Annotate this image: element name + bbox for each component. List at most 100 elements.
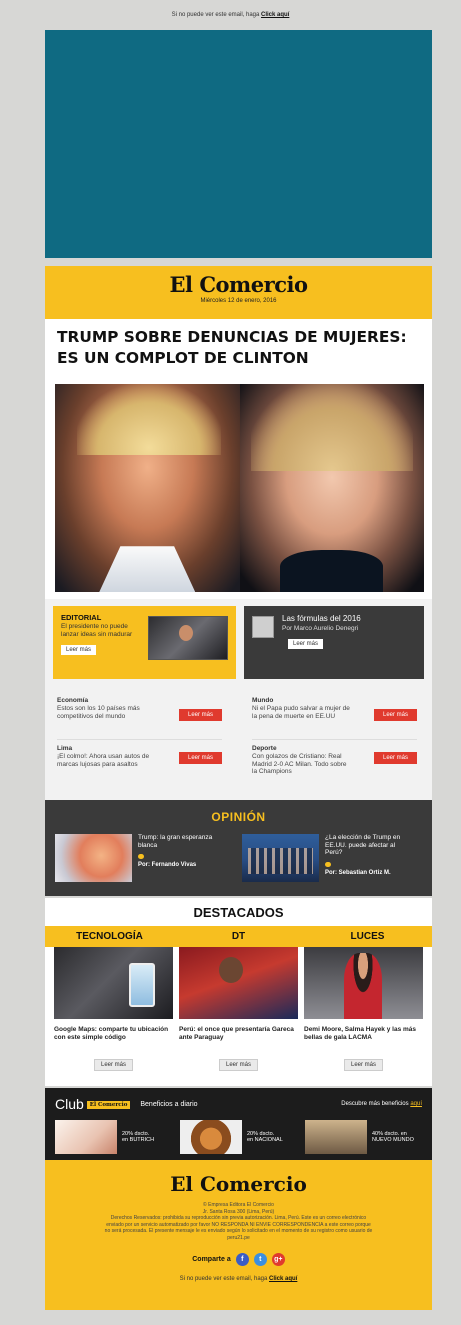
read-more-button[interactable]: Leer más [373,752,417,764]
offer-image [180,1120,242,1154]
destacado-caption[interactable]: Demi Moore, Salma Hayek y las más bellas… [304,1026,423,1053]
footer-view-online-link[interactable]: Click aquí [269,1276,297,1282]
opinion-text-block: Trump: la gran esperanza blanca Por: Fer… [132,834,220,882]
club-offer[interactable]: 20% dscto. en BUTRICH [55,1120,172,1154]
sections-right-column: Mundo Ni el Papa pudo salvar a mujer de … [252,697,417,800]
share-label: Comparte a [192,1256,231,1263]
destacados-images [45,947,432,1019]
read-more-button[interactable]: Leer más [373,709,417,721]
editorial-read-more-button[interactable]: Leer más [61,645,97,655]
read-more-button[interactable]: Leer más [178,709,222,721]
author-avatar [252,616,274,638]
section-text[interactable]: Ni el Papa pudo salvar a mujer de la pen… [252,705,350,720]
club-offer[interactable]: 20% dscto. en NACIONAL [180,1120,297,1154]
masthead: El Comercio Miércoles 12 de enero, 2016 [45,266,432,319]
read-more-button[interactable]: Leer más [178,752,222,764]
footer-view-online: Si no puede ver este email, haga Click a… [45,1276,432,1282]
editorial-card: EDITORIAL El presidente no puede lanzar … [53,606,236,679]
comment-icon [138,854,144,859]
footer: El Comercio © Empresa Editora El Comerci… [45,1160,432,1310]
column-read-more-button[interactable]: Leer más [288,639,324,649]
news-sections: Economía Estos son los 10 países más com… [45,685,432,800]
football-image[interactable] [179,947,298,1019]
destacado-caption[interactable]: Perú: el once que presentaría Gareca ant… [179,1026,298,1053]
club-more-benefits: Descubre más beneficios aquí [341,1101,422,1107]
opinion-image[interactable] [242,834,319,882]
featured-cards: EDITORIAL El presidente no puede lanzar … [45,599,432,685]
google-plus-icon[interactable]: g+ [271,1253,285,1266]
opinion-items: Trump: la gran esperanza blanca Por: Fer… [45,824,432,882]
opinion-item[interactable]: ¿La elección de Trump en EE.UU. puede af… [242,834,407,882]
portrait-right [239,384,424,592]
destacados-title: DESTACADOS [193,905,284,920]
top-banner[interactable] [45,30,432,258]
share-bar: Comparte a f t g+ [45,1253,432,1266]
offer-store: NUEVO MUNDO [372,1137,414,1143]
column-title[interactable]: Las fórmulas del 2016 [282,614,416,623]
main-headline[interactable]: TRUMP SOBRE DENUNCIAS DE MUJERES: ES UN … [45,319,432,377]
editorial-photo[interactable] [148,616,228,660]
opinion-text[interactable]: ¿La elección de Trump en EE.UU. puede af… [325,834,407,857]
portrait-left [55,384,240,592]
button-cell: Leer más [179,1053,298,1071]
read-more-button[interactable]: Leer más [218,1059,258,1071]
opinion-image[interactable] [55,834,132,882]
club-more-text: Descubre más beneficios [341,1101,411,1107]
offer-store: en NACIONAL [247,1137,283,1143]
opinion-item[interactable]: Trump: la gran esperanza blanca Por: Fer… [55,834,220,882]
celebrity-image[interactable] [304,947,423,1019]
section-heading: Lima [57,745,73,752]
destacados-captions: Google Maps: comparte tu ubicación con e… [45,1026,432,1053]
category-label[interactable]: LUCES [303,931,432,942]
section-item: Mundo Ni el Papa pudo salvar a mujer de … [252,697,417,739]
column-author: Por Marco Aurelio Denegri [282,625,359,632]
category-label[interactable]: TECNOLOGÍA [45,931,174,942]
section-item: Economía Estos son los 10 países más com… [57,697,222,739]
offer-image [55,1120,117,1154]
offer-text: 20% dscto. en NACIONAL [242,1131,283,1144]
hero-image-container [45,377,432,599]
section-heading: Economía [57,697,89,704]
read-more-button[interactable]: Leer más [343,1059,383,1071]
column-card: Las fórmulas del 2016 Por Marco Aurelio … [244,606,424,679]
category-label[interactable]: DT [174,931,303,942]
section-text[interactable]: ¡El colmo!: Ahora usan autos de marcas l… [57,753,155,768]
headline-line-1: TRUMP SOBRE DENUNCIAS DE MUJERES: [57,328,407,346]
destacados-grid: TECNOLOGÍA DT LUCES Google Maps: compart… [45,926,432,1086]
opinion-text[interactable]: Trump: la gran esperanza blanca [138,834,220,849]
editorial-text[interactable]: El presidente no puede lanzar ideas sin … [61,623,133,638]
club-logo[interactable]: Club [55,1096,84,1112]
club-offer[interactable]: 40% dscto. en NUEVO MUNDO [305,1120,422,1154]
section-text[interactable]: Estos son los 10 países más competitivos… [57,705,155,720]
legal-line: Derechos Reservados: prohibida su reprod… [104,1215,373,1241]
read-more-button[interactable]: Leer más [93,1059,133,1071]
destacados-body: Google Maps: comparte tu ubicación con e… [45,947,432,1086]
club-section: Club El Comercio Beneficios a diario Des… [45,1088,432,1160]
opinion-section: OPINIÓN Trump: la gran esperanza blanca … [45,800,432,896]
club-badge: El Comercio [86,1101,131,1109]
opinion-author: Por: Fernando Vivas [138,862,197,868]
twitter-icon[interactable]: t [253,1253,267,1266]
offer-store: en BUTRICH [122,1137,155,1143]
section-text[interactable]: Con golazos de Cristiano: Real Madrid 2-… [252,753,350,776]
opinion-text-block: ¿La elección de Trump en EE.UU. puede af… [319,834,407,882]
opinion-title: OPINIÓN [211,810,266,824]
footer-legal: © Empresa Editora El Comercio Jr. Santa … [104,1202,374,1241]
section-item: Deporte Con golazos de Cristiano: Real M… [252,739,417,791]
button-cell: Leer más [54,1053,173,1071]
offer-image [305,1120,367,1154]
club-more-link[interactable]: aquí [410,1101,422,1107]
view-online-link[interactable]: Click aquí [261,12,289,18]
destacado-caption[interactable]: Google Maps: comparte tu ubicación con e… [54,1026,173,1053]
facebook-icon[interactable]: f [235,1253,249,1266]
tech-image[interactable] [54,947,173,1019]
el-comercio-logo[interactable]: El Comercio [45,266,432,297]
comment-icon [325,861,331,867]
footer-logo[interactable]: El Comercio [45,1160,432,1196]
club-offers: 20% dscto. en BUTRICH 20% dscto. en NACION… [45,1112,432,1154]
preheader: Si no puede ver este email, haga Click a… [171,12,290,18]
hero-image[interactable] [55,384,424,592]
club-header: Club El Comercio Beneficios a diario Des… [45,1088,432,1112]
headline-line-2: ES UN COMPLOT DE CLINTON [57,349,309,367]
offer-text: 20% dscto. en BUTRICH [117,1131,154,1144]
